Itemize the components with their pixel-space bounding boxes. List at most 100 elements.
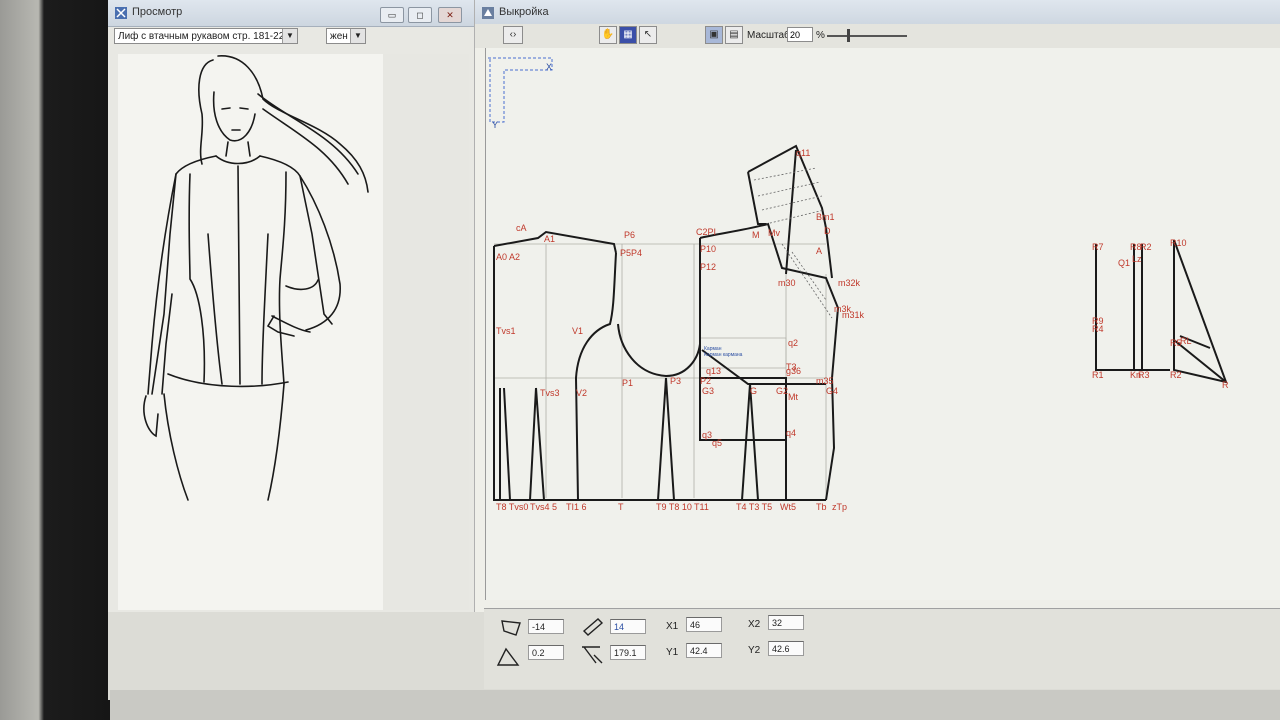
parameters-panel: -14 14 X1 46 X2 32 0.2 179.1 Y1 42.4 Y2 …: [484, 608, 1280, 689]
scale-input[interactable]: 20: [787, 27, 813, 42]
print-icon[interactable]: ▣: [705, 26, 723, 44]
y1-label: Y1: [666, 647, 679, 658]
param-field-2[interactable]: 14: [610, 619, 646, 634]
label-P12: P12: [700, 262, 716, 272]
label-q2: q2: [788, 338, 798, 348]
chevron-down-icon[interactable]: ▼: [350, 29, 365, 43]
label-A0A2: A0 A2: [496, 252, 520, 262]
label-G2: G2: [776, 386, 788, 396]
pointer-icon[interactable]: ↖: [639, 26, 657, 44]
param-field-3[interactable]: 0.2: [528, 645, 564, 660]
label-Q1: Q1: [1118, 258, 1130, 268]
pattern-titlebar[interactable]: Выкройка: [475, 0, 1280, 27]
label-M: M: [752, 230, 760, 240]
label-RL: RL: [1180, 336, 1192, 346]
label-bottom-tt: TI1 6: [566, 502, 587, 512]
label-V1: V1: [572, 326, 583, 336]
label-m30: m30: [778, 278, 796, 288]
label-Mv: Mv: [768, 228, 780, 238]
y2-field[interactable]: 42.6: [768, 641, 804, 656]
preview-title: Просмотр: [132, 6, 183, 18]
label-m32k: m32k: [838, 278, 861, 288]
axis-indicator: [488, 57, 553, 123]
y2-label: Y2: [748, 645, 761, 656]
label-q11: q11: [796, 148, 810, 158]
label-R2: R2: [1170, 370, 1182, 380]
label-bottom-tvs: Tvs4 5: [530, 502, 557, 512]
label-Bm1: Bm1: [816, 212, 835, 222]
label-T11: T11: [694, 502, 709, 512]
label-Mt: Mt: [788, 392, 798, 402]
model-select[interactable]: Лиф с втачным рукавом стр. 181-225 ▼: [114, 28, 298, 44]
label-cA: cA: [516, 223, 527, 233]
hand-pan-icon[interactable]: ✋: [599, 26, 617, 44]
x2-field[interactable]: 32: [768, 615, 804, 630]
label-P3: P3: [670, 376, 681, 386]
label-m35: m35: [816, 376, 834, 386]
param-field-4[interactable]: 179.1: [610, 645, 646, 660]
close-button[interactable]: ✕: [438, 7, 462, 23]
label-R7: R7: [1092, 242, 1104, 252]
chevron-down-icon[interactable]: ▼: [282, 29, 297, 43]
scale-unit: %: [816, 30, 825, 41]
label-q4: q4: [786, 428, 796, 438]
angle-icon[interactable]: [580, 643, 604, 665]
label-T3: T3: [786, 362, 797, 372]
ruler-icon[interactable]: [580, 615, 604, 637]
select-area-icon[interactable]: ▦: [619, 26, 637, 44]
y1-field[interactable]: 42.4: [686, 643, 722, 658]
label-R10: R10: [1170, 238, 1187, 248]
maximize-button[interactable]: ◻: [408, 7, 432, 23]
fashion-sketch: [118, 54, 383, 610]
gender-select-value: жен: [330, 31, 348, 42]
scale-slider-thumb[interactable]: [847, 29, 850, 42]
axis-x-label: X: [546, 62, 552, 72]
preview-titlebar[interactable]: Просмотр ▭ ◻ ✕: [108, 0, 474, 27]
x2-label: X2: [748, 619, 761, 630]
label-m3k: m3k: [834, 304, 852, 314]
skew-shape-icon[interactable]: [496, 645, 520, 667]
label-D: D: [824, 226, 831, 236]
label-T4T5: T4 T3 T5: [736, 502, 772, 512]
sketch-margin: [383, 54, 469, 610]
minimize-button[interactable]: ▭: [380, 7, 404, 23]
rotate-shape-icon[interactable]: [500, 617, 524, 639]
label-G3: G3: [702, 386, 714, 396]
label-P6: P6: [624, 230, 635, 240]
label-q3: q3: [702, 430, 712, 440]
label-Tvs1: Tvs1: [496, 326, 516, 336]
pattern-outline: [493, 144, 1228, 501]
label-T: T: [618, 502, 624, 512]
pattern-toolbar: ‹› ✋ ▦ ↖ ▣ ▤ Масштаб 20 %: [475, 24, 1280, 48]
label-P1: P1: [622, 378, 633, 388]
label-A1: A1: [544, 234, 555, 244]
gender-select[interactable]: жен ▼: [326, 28, 366, 44]
label-R1: R1: [1092, 370, 1104, 380]
label-P5P4: P5P4: [620, 248, 642, 258]
x1-field[interactable]: 46: [686, 617, 722, 632]
label-Tb: Tb: [816, 502, 827, 512]
label-bottom-left: T8 Tvs0: [496, 502, 528, 512]
label-G4: G4: [826, 386, 838, 396]
label-T9: T9 T8 10: [656, 502, 692, 512]
param-field-1[interactable]: -14: [528, 619, 564, 634]
label-A: A: [816, 246, 822, 256]
pattern-drawing: X Y cA A1 A0 A2 P6 C2PI P5P4 P10 P12 Tvs…: [488, 57, 1229, 512]
label-P2: P2: [700, 376, 711, 386]
pattern-window: Выкройка ‹› ✋ ▦ ↖ ▣ ▤ Масштаб 20 % X Y c…: [474, 0, 1280, 612]
axis-y-label: Y: [492, 120, 498, 130]
screen: Просмотр ▭ ◻ ✕ Лиф с втачным рукавом стр…: [108, 0, 1280, 700]
label-P10: P10: [700, 244, 716, 254]
grid-icon[interactable]: ▤: [725, 26, 743, 44]
pattern-app-icon: [482, 7, 494, 19]
scale-label: Масштаб: [747, 30, 790, 41]
label-pocket2: Карман кармана: [704, 352, 743, 358]
scale-slider-track[interactable]: [827, 35, 907, 37]
pattern-canvas[interactable]: X Y cA A1 A0 A2 P6 C2PI P5P4 P10 P12 Tvs…: [485, 48, 1280, 600]
label-Lz: Lz: [1132, 254, 1142, 264]
label-q13: q13: [706, 366, 721, 376]
label-R3: R3: [1138, 370, 1150, 380]
label-Tvs3: Tvs3: [540, 388, 560, 398]
preview-window: Просмотр ▭ ◻ ✕ Лиф с втачным рукавом стр…: [108, 0, 475, 612]
fit-view-button[interactable]: ‹›: [503, 26, 523, 44]
